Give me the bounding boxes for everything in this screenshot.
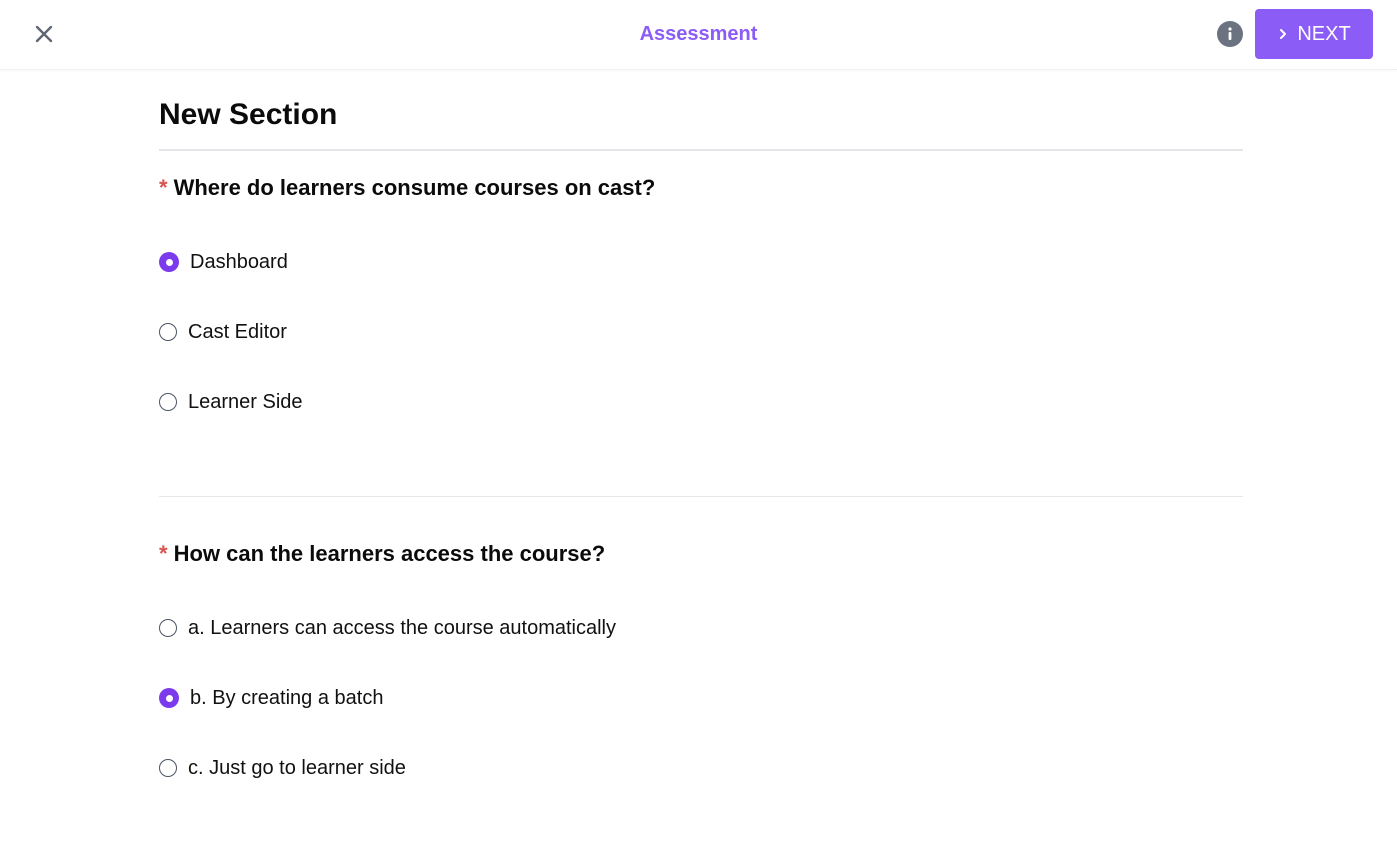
option-cast-editor[interactable]: Cast Editor [159,317,287,347]
close-button[interactable] [28,18,60,50]
option-label: Learner Side [188,390,303,413]
chevron-right-icon [1280,29,1287,39]
required-marker: * [159,175,168,200]
option-label: a. Learners can access the course automa… [188,616,616,639]
radio-button-selected[interactable] [159,252,179,272]
option-label: b. By creating a batch [190,686,384,709]
radio-button[interactable] [159,619,177,637]
info-icon [1228,27,1232,40]
next-button-label: NEXT [1297,22,1351,45]
radio-button[interactable] [159,393,177,411]
question-divider [159,496,1243,497]
radio-button[interactable] [159,323,177,341]
close-icon [35,25,53,43]
top-bar: Assessment NEXT [0,0,1397,70]
next-button[interactable]: NEXT [1255,9,1373,59]
question-text: How can the learners access the course? [173,541,606,566]
required-marker: * [159,541,168,566]
option-label: Cast Editor [188,320,287,343]
option-a[interactable]: a. Learners can access the course automa… [159,613,616,643]
option-learner-side[interactable]: Learner Side [159,387,303,417]
radio-button-selected[interactable] [159,688,179,708]
option-label: Dashboard [190,250,288,273]
page-title: Assessment [639,23,758,45]
section-title: New Section [159,98,338,131]
question-1: * Where do learners consume courses on ca… [159,175,655,201]
section-divider [159,149,1243,151]
question-text: Where do learners consume courses on cas… [173,175,656,200]
option-b[interactable]: b. By creating a batch [159,683,383,713]
radio-button[interactable] [159,759,177,777]
option-c[interactable]: c. Just go to learner side [159,753,406,783]
info-button[interactable] [1217,21,1243,47]
option-dashboard[interactable]: Dashboard [159,247,288,277]
option-label: c. Just go to learner side [188,756,406,779]
question-2: * How can the learners access the course? [159,541,605,567]
